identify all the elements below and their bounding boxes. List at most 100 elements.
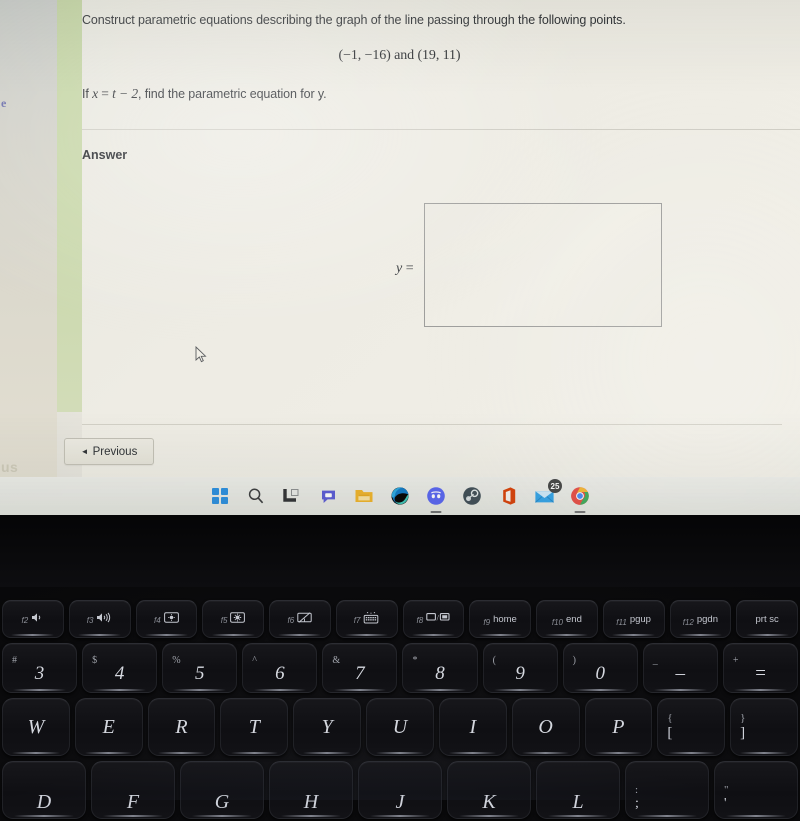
key-Y[interactable]: Y [293,698,362,756]
caret-left-icon: ◄ [80,447,89,456]
key-fn-label: f4 [154,616,161,625]
keyboard-home-row: D F G H J K L:; " ' [0,761,800,821]
chat-button[interactable] [317,485,339,507]
key-7[interactable]: & 7 [322,643,398,693]
task-view-button[interactable] [281,485,303,507]
key-f5[interactable]: f5 [202,600,264,638]
key-main-label: 7 [355,663,365,684]
keyboard-function-row: f2 f3 f4 f5 f6 f7 f8/f9 home f10 end f11 pgup f12 pgd… [0,600,800,642]
key-f8[interactable]: f8 / [402,600,465,638]
key-3[interactable]: #3 [2,643,78,693]
file-explorer-button[interactable] [353,485,375,507]
key-8[interactable]: * 8 [402,643,478,693]
volume-down-icon [31,612,44,626]
key-f3[interactable]: f3 [68,600,131,638]
search-icon [248,488,264,504]
key-main-label: D [36,790,52,813]
start-button[interactable] [209,485,231,507]
key-G[interactable]: G [180,761,264,819]
key-fn-label: f12 [682,617,694,627]
key-fn-label: f11 [616,617,627,627]
key-T[interactable]: T [220,698,289,756]
office-button[interactable] [497,485,519,507]
key-bracket-right[interactable]: }] [730,698,798,756]
question-points: (−1, −16) and (19, 11) [338,48,461,63]
key-main-label: U [392,715,408,738]
key-word-label: pgdn [696,613,718,625]
key-f2[interactable]: f2 [2,600,64,638]
key-bracket-left[interactable]: {[ [657,698,726,756]
key-–[interactable]: _ – [642,643,718,693]
display-switch-icon: / [426,612,450,626]
instruction-prefix: If [82,87,93,101]
key-9[interactable]: (9 [482,643,558,693]
key-semicolon[interactable]: :; [625,761,709,819]
key-main-label: 3 [34,663,45,684]
key-6[interactable]: ^ 6 [242,643,318,693]
key-J[interactable]: J [358,761,442,819]
key-K[interactable]: K [447,761,531,819]
background-window-edge: e us [0,0,57,477]
key-shift-label: : [635,784,639,796]
key-fn-label: f3 [86,616,94,625]
volume-up-icon [96,612,112,626]
key-I[interactable]: I [438,698,507,756]
steam-button[interactable] [461,485,483,507]
discord-button[interactable] [425,485,447,513]
key-word-label: home [493,613,517,625]
key-main-label: = [753,663,767,684]
key-f6[interactable]: f6 [269,600,331,638]
key-f12[interactable]: f12 pgdn [669,600,732,638]
key-main-label: G [214,790,230,813]
key-main-label: L [572,790,584,813]
key-f9[interactable]: f9 home [469,600,531,638]
key-main-label: H [303,790,319,813]
chrome-button[interactable] [569,485,591,513]
key-f11[interactable]: f11 pgup [602,600,665,638]
key-fn-label: f2 [21,616,29,625]
key-O[interactable]: O [511,698,580,756]
key-shift-label: ^ [252,655,257,666]
key-0[interactable]: ) 0 [562,643,638,693]
key-D[interactable]: D [2,761,86,819]
key-L[interactable]: L [536,761,620,819]
key-5[interactable]: % 5 [162,643,238,693]
key-main-label: ] [740,725,746,741]
answer-field-label: y = [396,261,414,277]
key-H[interactable]: H [269,761,353,819]
question-instruction: If x = t − 2, find the parametric equati… [82,86,327,102]
key-4[interactable]: $4 [82,643,158,693]
key-main-label: P [612,715,625,738]
previous-button[interactable]: ◄ Previous [64,438,154,465]
key-shift-label: # [12,655,17,666]
chrome-icon [571,487,589,505]
key-main-label: R [175,715,188,738]
discord-icon [427,487,445,505]
key-E[interactable]: E [74,698,143,756]
key-shift-label: } [740,712,746,724]
key-=[interactable]: + = [722,643,798,693]
key-f10[interactable]: f10 end [536,600,598,638]
key-shift-label: " [724,784,729,796]
background-window-text-fragment-top: e [1,96,7,110]
key-shift-label: ) [572,655,576,666]
key-f4[interactable]: f4 [135,600,198,638]
key-F[interactable]: F [91,761,175,819]
key-U[interactable]: U [366,698,434,756]
mail-button[interactable]: 25 [533,479,562,507]
search-button[interactable] [245,485,267,507]
office-icon [503,487,516,505]
question-prompt: Construct parametric equations describin… [82,13,626,27]
key-prt-sc[interactable]: prt sc [736,600,798,638]
brightness-down-icon [163,612,179,626]
answer-input[interactable] [424,203,662,327]
task-view-icon [283,489,299,502]
key-R[interactable]: R [147,698,216,756]
key-apostrophe[interactable]: " ' [714,761,798,819]
key-fn-label: f9 [483,617,491,627]
key-W[interactable]: W [2,698,70,756]
edge-button[interactable] [389,485,411,507]
key-P[interactable]: P [584,698,653,756]
key-f7[interactable]: f7 [335,600,398,638]
key-main-label: – [675,663,686,684]
